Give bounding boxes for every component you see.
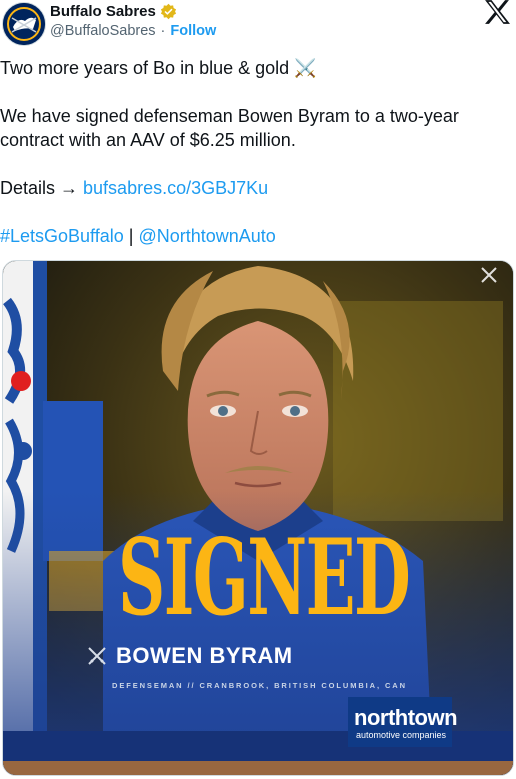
sponsor-subtitle: automotive companies bbox=[356, 730, 447, 740]
tweet-line-1: Two more years of Bo in blue & gold ⚔️ bbox=[0, 58, 317, 78]
sponsor-name: northtown bbox=[354, 705, 458, 730]
tweet-header: Buffalo Sabres @BuffaloSabres · Follow bbox=[0, 0, 516, 50]
tweet-line-2: We have signed defenseman Bowen Byram to… bbox=[0, 106, 464, 150]
handle[interactable]: @BuffaloSabres bbox=[50, 23, 156, 39]
player-name: BOWEN BYRAM bbox=[116, 643, 293, 668]
x-logo-icon[interactable] bbox=[484, 0, 510, 24]
handle-row: @BuffaloSabres · Follow bbox=[50, 22, 216, 40]
signed-headline: SIGNED bbox=[118, 515, 411, 639]
verified-badge-icon bbox=[160, 3, 176, 19]
sponsor-logo: northtown automotive companies bbox=[348, 697, 458, 747]
follow-button[interactable]: Follow bbox=[170, 23, 216, 39]
hashtag-link[interactable]: #LetsGoBuffalo bbox=[0, 226, 124, 246]
separator-dot: · bbox=[160, 23, 166, 39]
avatar[interactable] bbox=[2, 2, 46, 46]
tags-divider: | bbox=[123, 226, 139, 246]
tags-line: #LetsGoBuffalo | @NorthtownAuto bbox=[0, 224, 516, 248]
details-prefix: Details → bbox=[0, 178, 84, 198]
player-meta: DEFENSEMAN // CRANBROOK, BRITISH COLUMBI… bbox=[112, 681, 407, 690]
tweet-text: Two more years of Bo in blue & gold ⚔️ W… bbox=[0, 56, 516, 248]
mention-link[interactable]: @NorthtownAuto bbox=[138, 226, 275, 246]
sabres-logo bbox=[3, 3, 45, 45]
name-row: Buffalo Sabres bbox=[50, 1, 177, 21]
display-name[interactable]: Buffalo Sabres bbox=[50, 3, 156, 20]
close-icon[interactable] bbox=[479, 265, 499, 285]
details-line: Details → bufsabres.co/3GBJ7Ku bbox=[0, 176, 516, 200]
crossed-swords-icon bbox=[88, 647, 106, 665]
details-link[interactable]: bufsabres.co/3GBJ7Ku bbox=[83, 178, 268, 198]
